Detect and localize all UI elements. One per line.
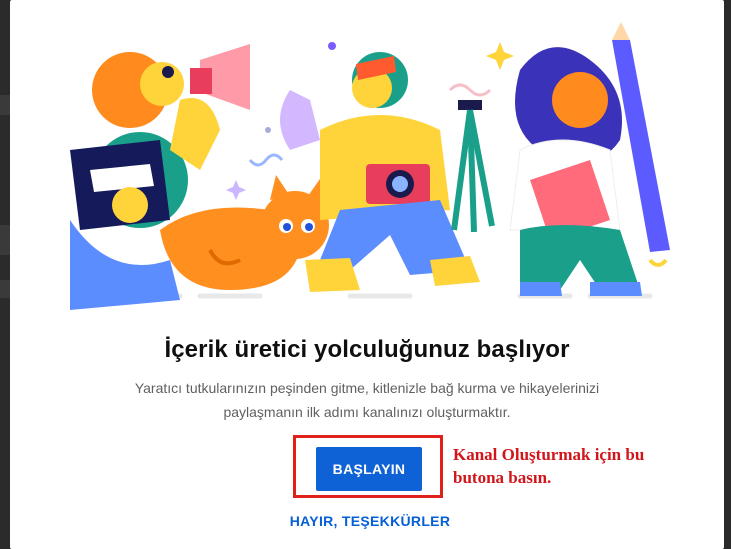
background-strip [0, 280, 10, 298]
annotation-line-2: butona basın. [453, 468, 552, 487]
start-button[interactable]: BAŞLAYIN [316, 447, 422, 491]
background-page-right [724, 0, 731, 549]
description-line-2: paylaşmanın ilk adımı kanalınızı oluştur… [223, 404, 511, 420]
dialog-description: Yaratıcı tutkularınızın peşinden gitme, … [100, 376, 634, 424]
annotation-line-1: Kanal Oluşturmak için bu [453, 445, 645, 464]
annotation-note: Kanal Oluşturmak için bu butona basın. [453, 443, 693, 489]
background-strip [0, 225, 10, 255]
no-thanks-button[interactable]: HAYIR, TEŞEKKÜRLER [280, 510, 460, 532]
creators-illustration-svg [70, 22, 670, 310]
description-line-1: Yaratıcı tutkularınızın peşinden gitme, … [134, 380, 600, 396]
background-page-left [0, 0, 10, 549]
creators-illustration [50, 20, 690, 310]
dialog-title: İçerik üretici yolculuğunuz başlıyor [164, 336, 570, 363]
create-channel-dialog: İçerik üretici yolculuğunuz başlıyor Yar… [10, 0, 724, 549]
background-strip [0, 95, 10, 115]
